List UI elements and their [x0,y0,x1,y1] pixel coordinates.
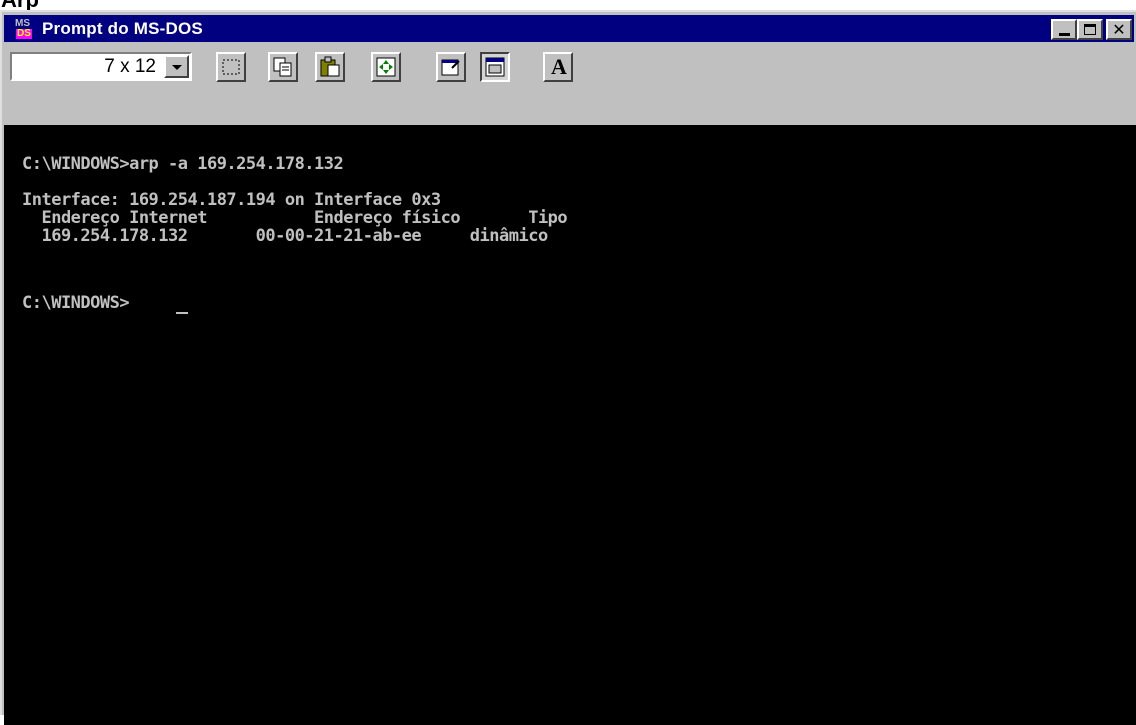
console-line: Interface: 169.254.187.194 on Interface … [22,190,441,210]
toolbar: 7 x 12 A [4,48,1134,86]
title-bar[interactable]: MS DS Prompt do MS-DOS ✕ [4,15,1134,42]
msdos-app-icon[interactable]: MS DS [14,18,36,40]
properties-button[interactable] [436,52,466,82]
close-button[interactable]: ✕ [1106,19,1132,40]
font-size-select[interactable]: 7 x 12 [10,52,192,81]
console-prompt: C:\WINDOWS> [22,293,130,313]
console-line: C:\WINDOWS>arp -a 169.254.178.132 [22,154,344,174]
window-controls: ✕ [1051,19,1132,40]
mark-button[interactable] [216,52,246,82]
background-button[interactable] [480,52,510,82]
font-size-value: 7 x 12 [104,56,156,77]
paste-icon [320,56,340,77]
app-icon-text-bottom: DS [16,27,32,39]
console-line: 169.254.178.132 00-00-21-21-ab-ee dinâmi… [22,226,548,246]
paste-button[interactable] [315,52,345,82]
close-icon: ✕ [1112,19,1126,39]
fullscreen-icon [376,57,396,77]
dropdown-arrow-icon[interactable] [164,55,189,78]
maximize-icon [1084,24,1096,35]
font-icon: A [551,54,567,79]
background-icon [485,57,505,77]
minimize-button[interactable] [1051,19,1077,40]
window-title: Prompt do MS-DOS [42,18,203,38]
mark-icon [222,59,240,75]
copy-icon [273,57,292,77]
copy-button[interactable] [268,52,298,82]
console-line: Endereço Internet Endereço físico Tipo [22,208,568,228]
app-icon-text-top: MS [15,17,30,29]
minimize-icon [1058,33,1070,36]
text-cursor [176,312,188,314]
msdos-window: MS DS Prompt do MS-DOS ✕ 7 x 12 A C:\WIN… [0,10,1136,725]
properties-icon [441,59,460,76]
font-button[interactable]: A [543,52,573,82]
maximize-button[interactable] [1077,19,1103,40]
console-output[interactable]: C:\WINDOWS>arp -a 169.254.178.132 Interf… [4,125,1136,725]
fullscreen-button[interactable] [371,52,401,82]
